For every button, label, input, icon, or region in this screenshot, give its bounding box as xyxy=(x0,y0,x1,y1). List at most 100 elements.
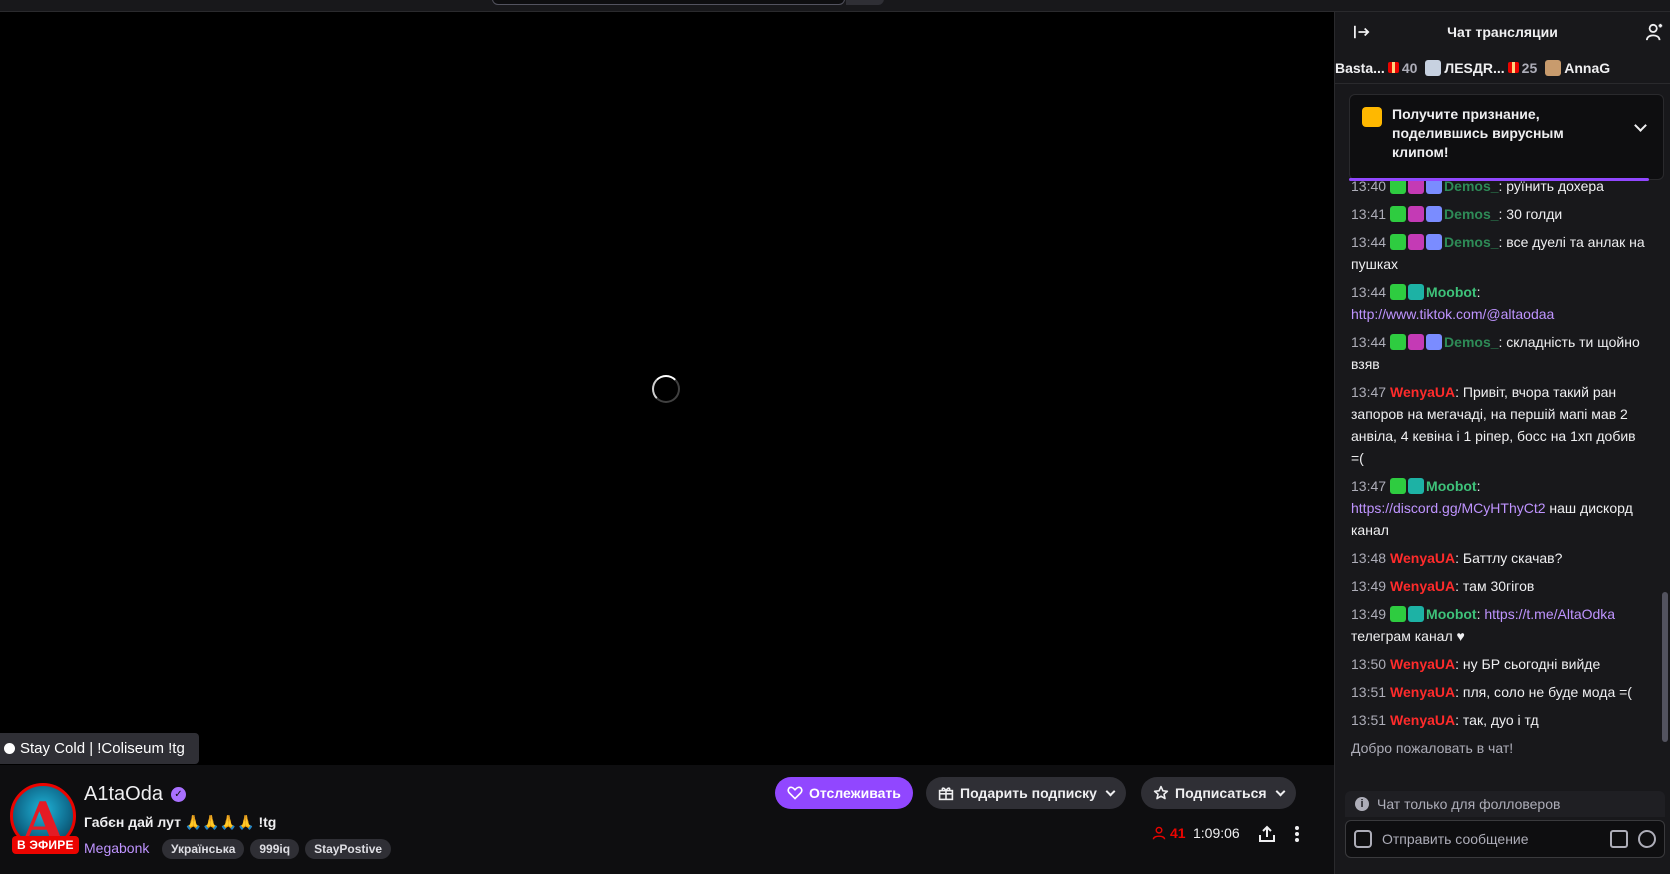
subscribe-button[interactable]: Подписаться xyxy=(1141,777,1296,809)
top-nav-bar xyxy=(0,0,1670,12)
moderator-badge-icon[interactable] xyxy=(1390,206,1407,222)
stream-title: Габєн дай лут 🙏🙏🙏🙏 !tg xyxy=(84,814,277,830)
gift-icon xyxy=(938,787,954,801)
chat-message: 13:44 Demos_: все дуелі та анлак на пушка… xyxy=(1351,228,1645,278)
chat-input-placeholder: Отправить сообщение xyxy=(1382,831,1529,847)
message-text: : ну БР сьогодні вийде xyxy=(1455,656,1601,672)
message-text: телеграм канал ♥ xyxy=(1351,628,1465,644)
tag-chip[interactable]: StayPostive xyxy=(305,839,392,859)
viewers-icon xyxy=(1152,826,1166,840)
chat-message-list: 13:40 Demos_: руїнить дохера 13:41 Demos_: … xyxy=(1335,172,1655,759)
message-link[interactable]: http://www.tiktok.com/@altaodaa xyxy=(1351,306,1554,322)
tag-chip[interactable]: Українська xyxy=(162,839,245,859)
message-timestamp: 13:49 xyxy=(1351,578,1387,594)
community-icon[interactable] xyxy=(1646,23,1664,41)
gift-icon xyxy=(1387,62,1399,73)
leaderboard-entry[interactable]: ЛЕЅДR... 25 xyxy=(1425,59,1537,76)
live-badge: В ЭФИРЕ xyxy=(12,836,79,854)
gift-icon xyxy=(1507,62,1519,73)
channel-name[interactable]: A1taOda ✓ xyxy=(84,783,186,806)
leaderboard-entry[interactable]: Basta... 40 xyxy=(1335,60,1417,76)
chat-message: 13:44 Demos_: складність ти щойно взяв xyxy=(1351,328,1645,378)
leaderboard-entry[interactable]: AnnaG xyxy=(1545,59,1611,76)
share-icon[interactable] xyxy=(1257,824,1277,844)
leaderboard-name: ЛЕЅДR... xyxy=(1444,59,1505,76)
subscribe-label: Подписаться xyxy=(1175,785,1267,801)
promo-text: Получите признание, поделившись вирусным… xyxy=(1392,106,1564,160)
bot-badge-icon[interactable] xyxy=(1408,606,1425,622)
tag-list: Українська 999iq StayPostive xyxy=(162,839,392,859)
chat-message: 13:49 WenyaUA: там 30гігов xyxy=(1351,572,1645,600)
promo-progress-bar xyxy=(1349,178,1649,181)
message-timestamp: 13:44 xyxy=(1351,234,1387,250)
chat-message: 13:41 Demos_: 30 голди xyxy=(1351,200,1645,228)
channel-name-text[interactable]: A1taOda xyxy=(84,783,163,806)
subscriber-badge-icon[interactable] xyxy=(1408,206,1425,222)
message-timestamp: 13:44 xyxy=(1351,334,1387,350)
message-link[interactable]: https://discord.gg/MCyHThyCt2 xyxy=(1351,500,1546,516)
bot-badge-icon[interactable] xyxy=(1408,478,1425,494)
moderator-badge-icon[interactable] xyxy=(1390,234,1407,250)
chevron-down-icon xyxy=(1275,786,1285,796)
collapse-chat-icon[interactable] xyxy=(1353,24,1371,40)
follow-label: Отслеживать xyxy=(809,785,901,801)
chat-message: 13:51 WenyaUA: так, дуо і тд xyxy=(1351,706,1645,734)
search-input[interactable] xyxy=(492,0,845,5)
message-author[interactable]: WenyaUA xyxy=(1390,578,1455,594)
chat-message: 13:49 Moobot: https://t.me/AltaOdka телег… xyxy=(1351,600,1645,650)
chevron-down-icon xyxy=(1105,786,1116,796)
message-author[interactable]: WenyaUA xyxy=(1390,656,1455,672)
emoji-icon[interactable] xyxy=(1638,830,1656,848)
more-options-icon[interactable] xyxy=(1290,824,1304,844)
gift-sub-button[interactable]: Подарить подписку xyxy=(926,777,1126,809)
message-author[interactable]: WenyaUA xyxy=(1390,684,1455,700)
moderator-badge-icon[interactable] xyxy=(1390,284,1407,300)
chat-message: 13:47 WenyaUA: Привіт, вчора такий ран за… xyxy=(1351,378,1645,472)
message-author[interactable]: Moobot xyxy=(1426,284,1477,300)
category-link[interactable]: Megabonk xyxy=(84,840,149,856)
chat-scrollbar[interactable] xyxy=(1662,592,1668,742)
moderator-badge-icon[interactable] xyxy=(1390,334,1407,350)
subscriber-badge-icon[interactable] xyxy=(1408,334,1425,350)
gift-badge-icon[interactable] xyxy=(1426,234,1443,250)
subscriber-badge-icon[interactable] xyxy=(1408,234,1425,250)
stream-uptime: 1:09:06 xyxy=(1193,825,1240,841)
message-author[interactable]: WenyaUA xyxy=(1390,550,1455,566)
chat-header: Чат трансляции xyxy=(1335,12,1670,52)
leaderboard-name: AnnaG xyxy=(1564,59,1611,76)
moderator-badge-icon[interactable] xyxy=(1390,606,1407,622)
bot-badge-icon[interactable] xyxy=(1408,284,1425,300)
chat-welcome-message: Добро пожаловать в чат! xyxy=(1351,740,1514,756)
message-link[interactable]: https://t.me/AltaOdka xyxy=(1484,606,1615,622)
message-author[interactable]: WenyaUA xyxy=(1390,384,1455,400)
message-author[interactable]: Moobot xyxy=(1426,606,1477,622)
bits-icon[interactable] xyxy=(1610,830,1628,848)
message-author[interactable]: Demos_ xyxy=(1444,206,1498,222)
message-author[interactable]: Moobot xyxy=(1426,478,1477,494)
search-button[interactable] xyxy=(846,0,884,5)
moderator-badge-icon[interactable] xyxy=(1390,478,1407,494)
message-author[interactable]: Demos_ xyxy=(1444,334,1498,350)
message-author[interactable]: WenyaUA xyxy=(1390,712,1455,728)
loading-spinner-icon xyxy=(652,375,680,403)
star-outline-icon[interactable] xyxy=(1354,830,1372,848)
chat-title: Чат трансляции xyxy=(1447,24,1558,40)
clip-promo-card[interactable]: Получите признание, поделившись вирусным… xyxy=(1349,94,1664,180)
message-timestamp: 13:49 xyxy=(1351,606,1387,622)
video-player[interactable]: Stay Cold | !Coliseum !tg xyxy=(0,12,1334,765)
tag-chip[interactable]: 999iq xyxy=(250,839,300,859)
gift-badge-icon[interactable] xyxy=(1426,334,1443,350)
message-author[interactable]: Demos_ xyxy=(1444,234,1498,250)
overlay-title-text: Stay Cold | !Coliseum !tg xyxy=(20,740,185,757)
message-text: : xyxy=(1476,284,1481,300)
leaderboard-count: 40 xyxy=(1401,59,1418,76)
chevron-down-icon[interactable] xyxy=(1634,119,1647,132)
message-timestamp: 13:41 xyxy=(1351,206,1387,222)
heart-icon xyxy=(787,786,803,800)
message-text: : пля, соло не буде мода =( xyxy=(1455,684,1632,700)
chat-input[interactable]: Отправить сообщение xyxy=(1345,820,1665,858)
leaderboard-name: Basta... xyxy=(1335,59,1385,76)
follow-button[interactable]: Отслеживать xyxy=(775,777,913,809)
gift-badge-icon[interactable] xyxy=(1426,206,1443,222)
chat-message: 13:50 WenyaUA: ну БР сьогодні вийде xyxy=(1351,650,1645,678)
